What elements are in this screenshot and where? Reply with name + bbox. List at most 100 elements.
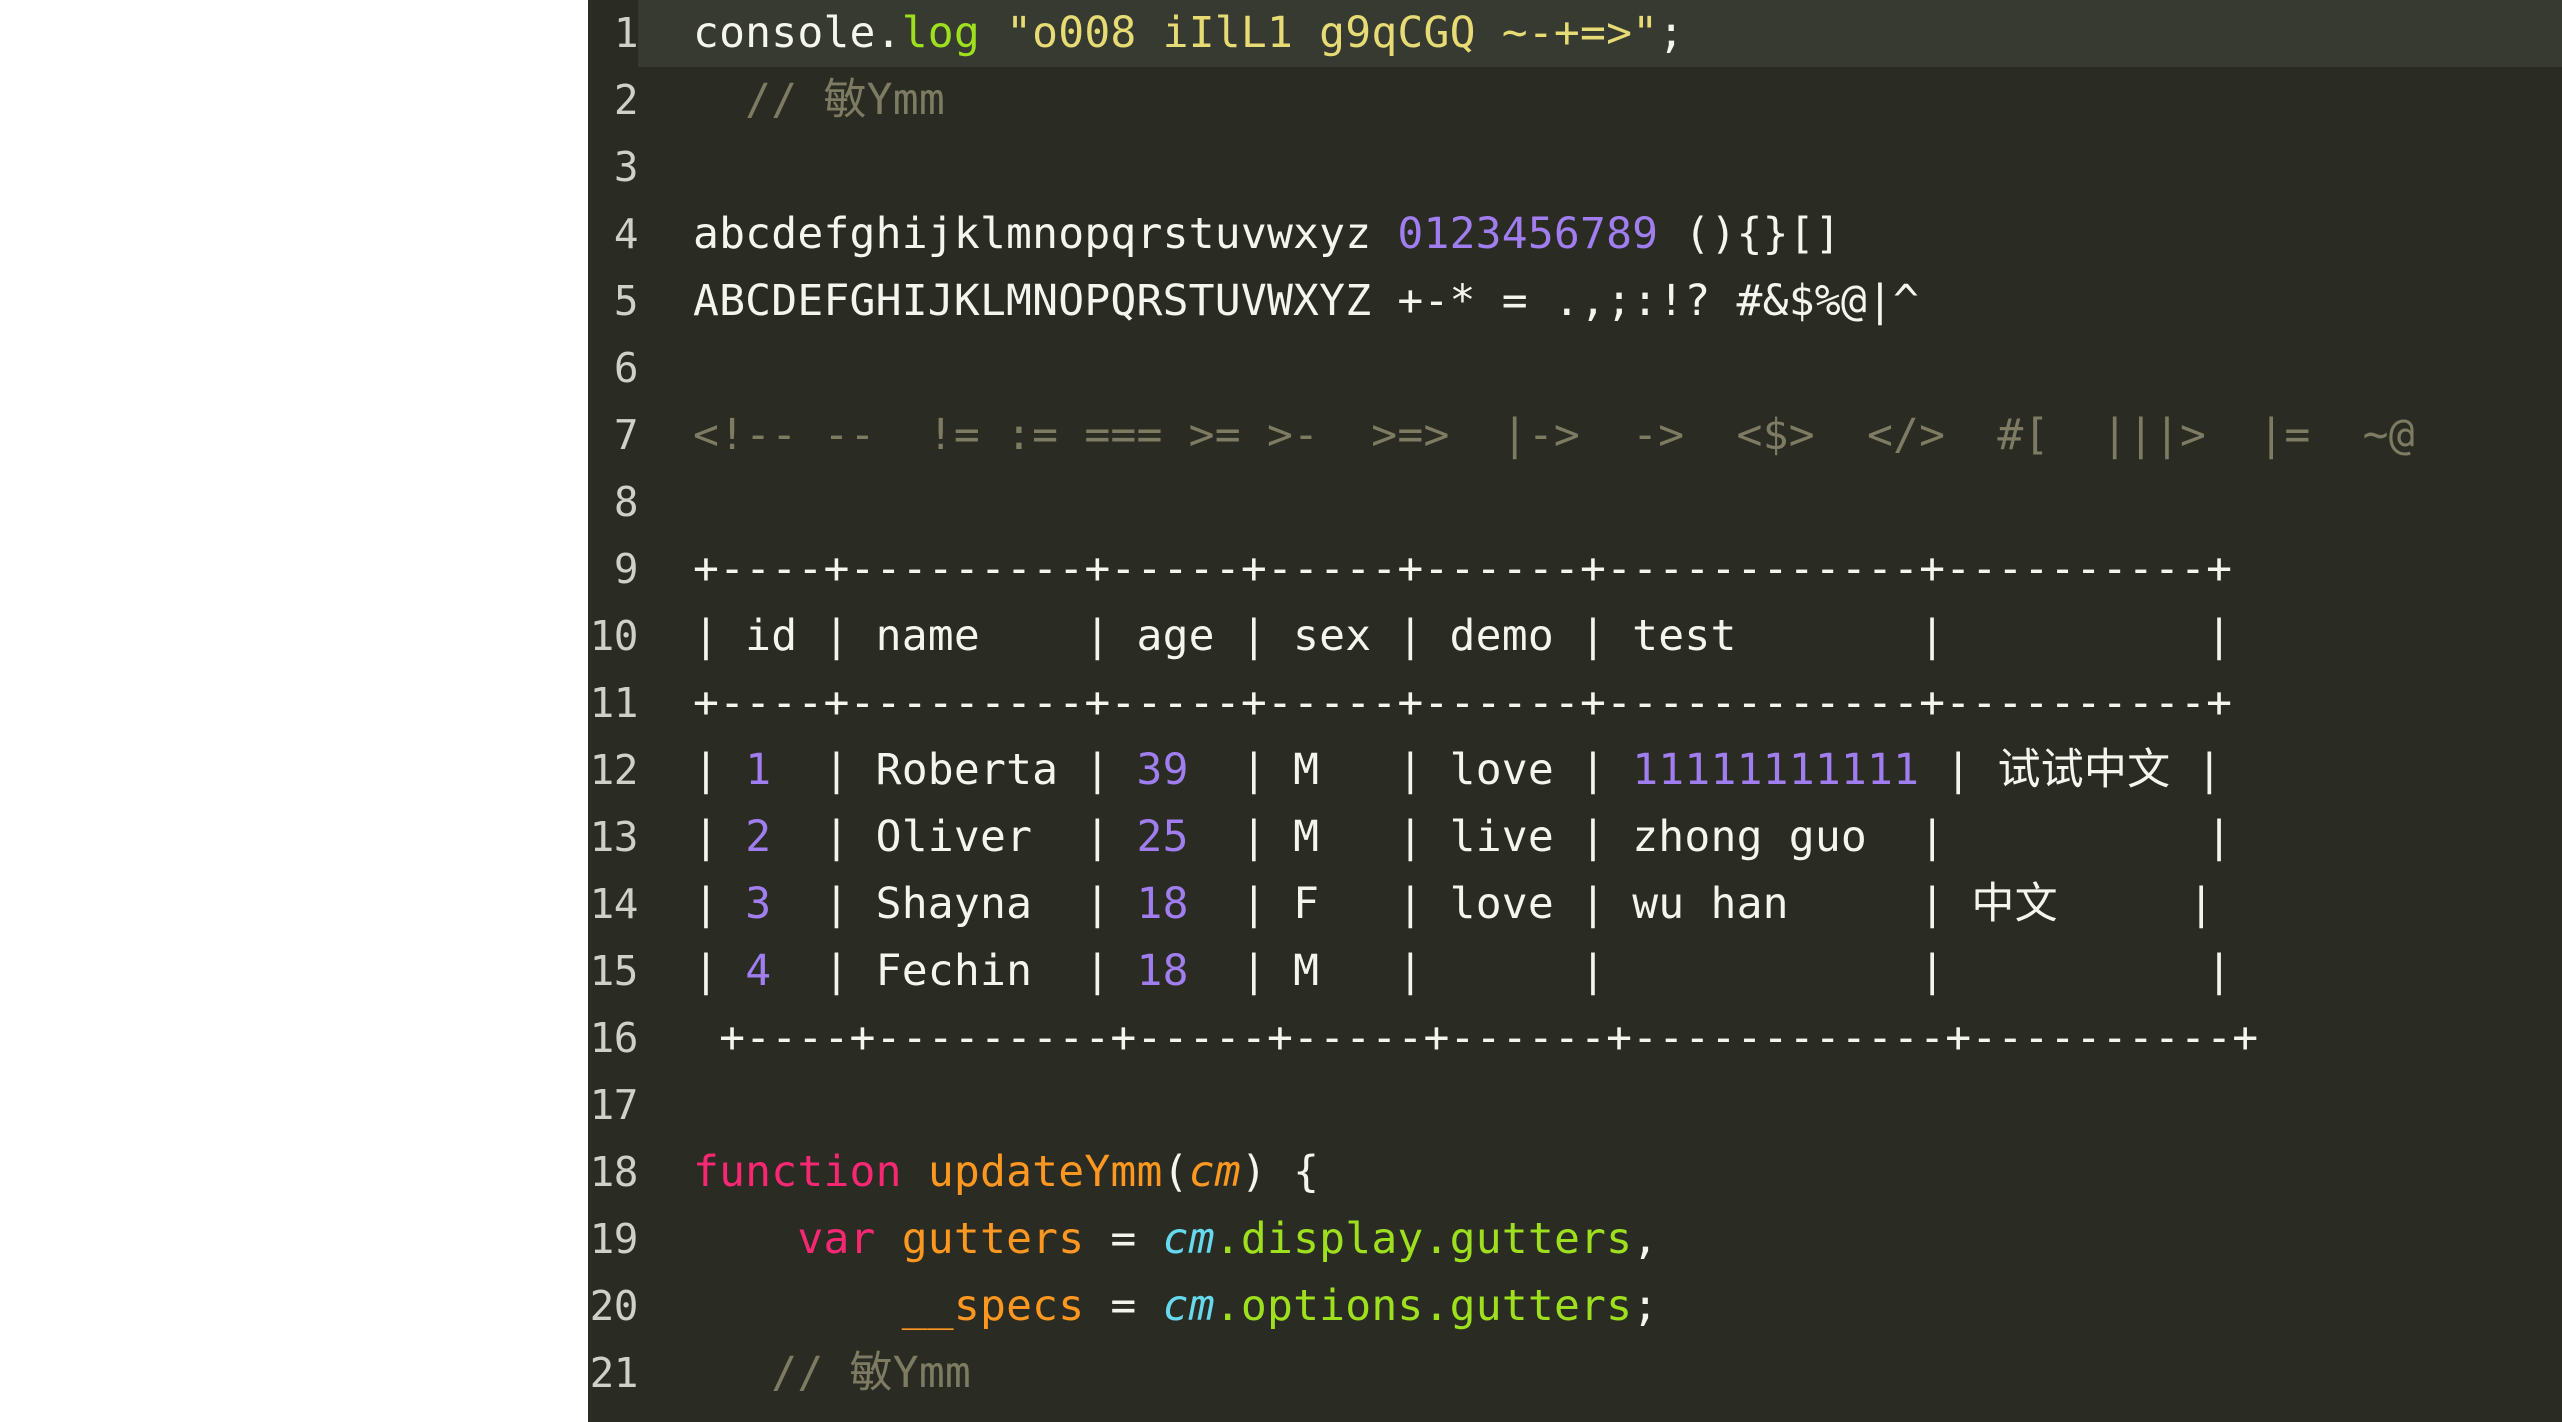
code-line[interactable]: 1 console.log "o008 iIlL1 g9qCGQ ~-+=>"; xyxy=(588,0,2562,67)
code-token: 1 xyxy=(745,745,772,795)
code-token: . xyxy=(1423,1214,1450,1264)
line-number: 16 xyxy=(589,1014,639,1062)
line-number: 20 xyxy=(589,1282,639,1330)
code-token: gutters xyxy=(901,1214,1085,1264)
code-line[interactable]: 9 +----+---------+-----+-----+------+----… xyxy=(588,536,2562,603)
code-token: | xyxy=(1919,745,1998,795)
code-line[interactable]: 7 <!-- -- != := === >= >- >=> |-> -> <$> … xyxy=(588,402,2562,469)
code-token: 18 xyxy=(1136,879,1189,929)
line-number: 19 xyxy=(589,1215,639,1263)
code-line-content[interactable]: +----+---------+-----+-----+------+-----… xyxy=(638,670,2232,737)
line-number: 12 xyxy=(589,746,639,794)
code-line[interactable]: 19 var gutters = cm.display.gutters, xyxy=(588,1206,2562,1273)
code-line-content[interactable]: // 敏Ymm xyxy=(638,1340,971,1407)
code-line[interactable]: 4 abcdefghijklmnopqrstuvwxyz 0123456789 (… xyxy=(588,201,2562,268)
code-line-content[interactable]: | 2 | Oliver | 25 | M | live | zhong guo… xyxy=(638,804,2232,871)
code-lines-container[interactable]: 1 console.log "o008 iIlL1 g9qCGQ ~-+=>"; 2… xyxy=(588,0,2562,1422)
code-line-content[interactable]: abcdefghijklmnopqrstuvwxyz 0123456789 ()… xyxy=(638,201,1841,268)
code-token: updateYmm xyxy=(927,1147,1163,1197)
code-line[interactable]: 20 __specs = cm.options.gutters; xyxy=(588,1273,2562,1340)
code-token: | Oliver | xyxy=(771,812,1137,862)
code-token: ; xyxy=(1632,1281,1659,1331)
code-line[interactable]: 6 xyxy=(588,335,2562,402)
code-line-content[interactable]: | 3 | Shayna | 18 | F | love | wu han | … xyxy=(638,871,2214,938)
line-number: 7 xyxy=(613,411,639,459)
line-number: 6 xyxy=(613,344,639,392)
code-line[interactable]: 12 | 1 | Roberta | 39 | M | love | 111111… xyxy=(588,737,2562,804)
code-line-content[interactable]: | id | name | age | sex | demo | test | … xyxy=(638,603,2232,670)
code-token: ) { xyxy=(1240,1147,1320,1197)
code-token: | Shayna | xyxy=(771,879,1137,929)
code-editor-pane[interactable]: 1 console.log "o008 iIlL1 g9qCGQ ~-+=>"; 2… xyxy=(588,0,2562,1422)
code-line-content[interactable]: // 敏Ymm xyxy=(638,67,945,134)
code-token: | M | live | zhong guo | | xyxy=(1188,812,2233,862)
editor-screen: 1 console.log "o008 iIlL1 g9qCGQ ~-+=>"; 2… xyxy=(0,0,2562,1422)
code-token: Ymm xyxy=(866,75,945,125)
code-line[interactable]: 17 xyxy=(588,1072,2562,1139)
code-token: cm xyxy=(1188,1147,1241,1197)
code-line-content[interactable]: +----+---------+-----+-----+------+-----… xyxy=(638,1005,2258,1072)
line-number: 1 xyxy=(613,9,639,57)
code-line-content[interactable]: | 1 | Roberta | 39 | M | love | 11111111… xyxy=(638,737,2222,804)
code-token: var xyxy=(797,1214,876,1264)
code-token: __specs xyxy=(901,1281,1085,1331)
code-token: | xyxy=(693,812,746,862)
code-token: log xyxy=(901,8,980,58)
code-line-content[interactable]: <!-- -- != := === >= >- >=> |-> -> <$> <… xyxy=(638,402,2415,469)
code-line[interactable]: 14 | 3 | Shayna | 18 | F | love | wu han … xyxy=(588,871,2562,938)
code-line[interactable]: 3 xyxy=(588,134,2562,201)
line-number: 18 xyxy=(589,1148,639,1196)
code-token: , xyxy=(1632,1214,1659,1264)
code-token: console. xyxy=(693,8,902,58)
code-token: 中文 xyxy=(1971,879,2058,929)
code-line-content[interactable]: console.log "o008 iIlL1 g9qCGQ ~-+=>"; xyxy=(638,0,1684,67)
code-token: "o008 iIlL1 g9qCGQ ~-+=>" xyxy=(1006,8,1659,58)
code-line[interactable]: 2 // 敏Ymm xyxy=(588,67,2562,134)
code-line[interactable]: 5 ABCDEFGHIJKLMNOPQRSTUVWXYZ +-* = .,;:!?… xyxy=(588,268,2562,335)
code-line-content[interactable]: | 4 | Fechin | 18 | M | | | | xyxy=(638,938,2232,1005)
code-line-content[interactable]: function updateYmm(cm) { xyxy=(638,1139,1319,1206)
code-token: gutters xyxy=(1449,1281,1633,1331)
line-number: 8 xyxy=(613,478,639,526)
code-token: // xyxy=(693,75,824,125)
line-number: 9 xyxy=(613,545,639,593)
code-token: display xyxy=(1240,1214,1424,1264)
code-line-content[interactable]: var gutters = cm.display.gutters, xyxy=(638,1206,1658,1273)
code-token: . xyxy=(1214,1281,1241,1331)
code-line[interactable]: 16 +----+---------+-----+-----+------+--… xyxy=(588,1005,2562,1072)
line-number: 11 xyxy=(589,679,639,727)
code-token: 3 xyxy=(745,879,772,929)
code-line[interactable]: 13 | 2 | Oliver | 25 | M | live | zhong g… xyxy=(588,804,2562,871)
code-token: ABCDEFGHIJKLMNOPQRSTUVWXYZ +-* = .,;:!? … xyxy=(693,276,1920,326)
code-token: | Fechin | xyxy=(771,946,1137,996)
code-token: ( xyxy=(1162,1147,1189,1197)
code-token: = xyxy=(1084,1214,1163,1264)
code-token: | F | love | wu han | xyxy=(1188,879,1972,929)
line-number: 10 xyxy=(589,612,639,660)
code-line-content[interactable]: ABCDEFGHIJKLMNOPQRSTUVWXYZ +-* = .,;:!? … xyxy=(638,268,1919,335)
code-token: 4 xyxy=(745,946,772,996)
code-line[interactable]: 11 +----+---------+-----+-----+------+---… xyxy=(588,670,2562,737)
code-line[interactable]: 15 | 4 | Fechin | 18 | M | | | | xyxy=(588,938,2562,1005)
line-number: 13 xyxy=(589,813,639,861)
line-number: 5 xyxy=(613,277,639,325)
code-line-content[interactable]: __specs = cm.options.gutters; xyxy=(638,1273,1658,1340)
code-line[interactable]: 10 | id | name | age | sex | demo | test … xyxy=(588,603,2562,670)
code-token: gutters xyxy=(1449,1214,1633,1264)
code-token: 25 xyxy=(1136,812,1189,862)
code-line-content[interactable]: +----+---------+-----+-----+------+-----… xyxy=(638,536,2232,603)
code-token: +----+---------+-----+-----+------+-----… xyxy=(693,544,2233,594)
code-token: | xyxy=(2170,745,2223,795)
code-token: | M | | | | xyxy=(1188,946,2233,996)
code-line[interactable]: 8 xyxy=(588,469,2562,536)
code-line[interactable]: 18 function updateYmm(cm) { xyxy=(588,1139,2562,1206)
code-token: cm xyxy=(1162,1281,1215,1331)
code-line[interactable]: 21 // 敏Ymm xyxy=(588,1340,2562,1407)
code-token: | xyxy=(693,745,746,795)
code-token: function xyxy=(693,1147,902,1197)
code-token: 18 xyxy=(1136,946,1189,996)
code-token: (){}[] xyxy=(1658,209,1841,259)
page-left-margin xyxy=(0,0,588,1422)
